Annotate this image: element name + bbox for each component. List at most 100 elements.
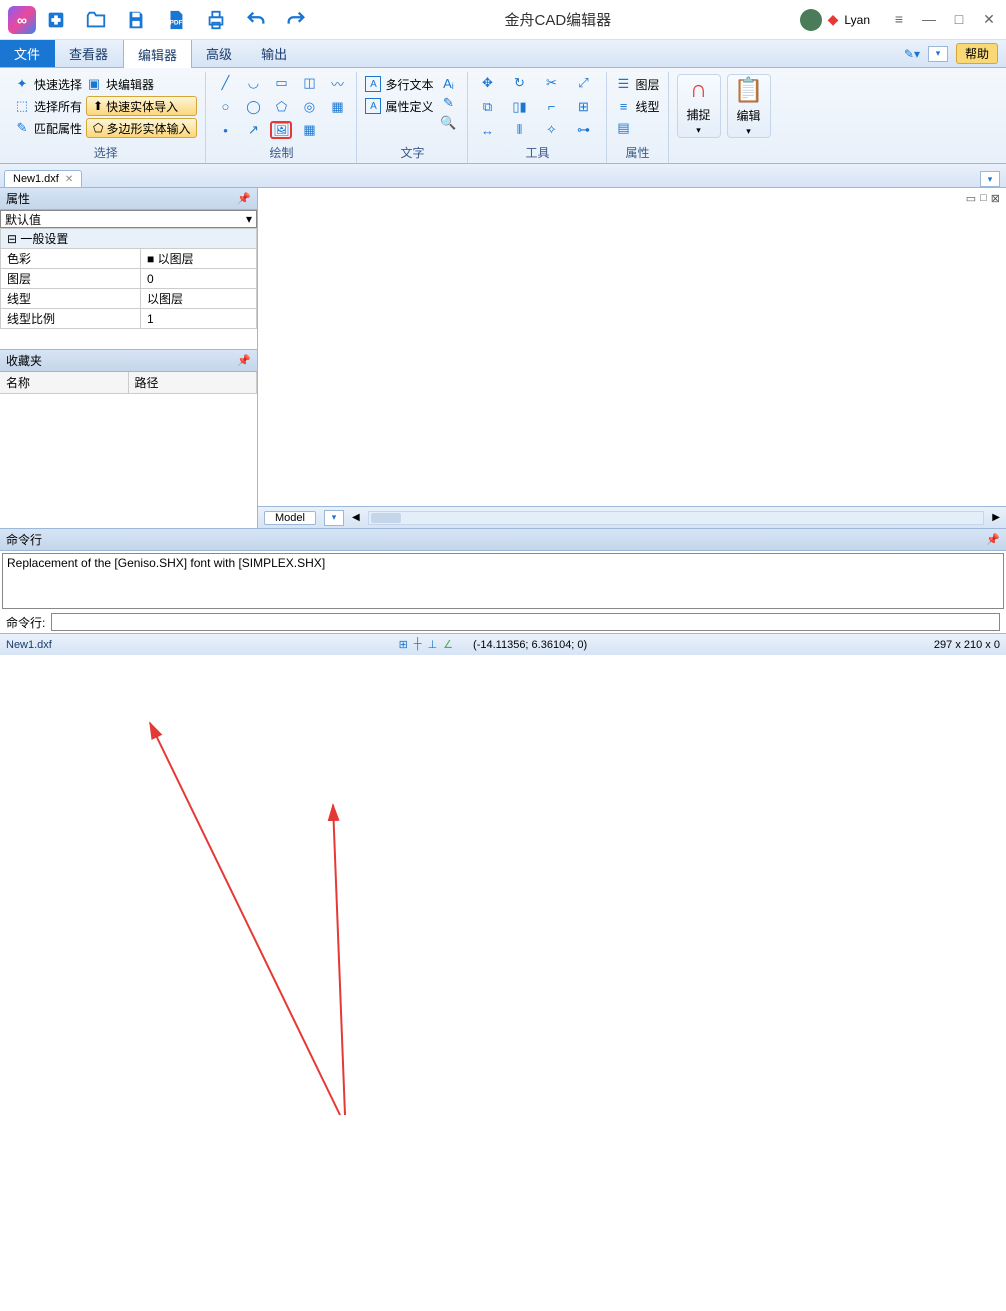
style-dropdown[interactable]: ▾ <box>928 46 948 62</box>
prop-linetype-value[interactable]: 以图层 <box>141 289 257 309</box>
props-more-button[interactable]: ▤ <box>615 118 659 138</box>
menu-file[interactable]: 文件 <box>0 40 55 67</box>
menu-output[interactable]: 输出 <box>247 40 302 67</box>
user-area[interactable]: ◆ Lyan <box>800 9 870 31</box>
status-grid-icon[interactable]: ┼ <box>414 638 422 651</box>
layer-button[interactable]: ☰图层 <box>615 74 659 94</box>
prop-layer-value[interactable]: 0 <box>141 269 257 289</box>
rect2-icon[interactable]: ◫ <box>298 74 320 92</box>
snap-button[interactable]: ∩ 捕捉▾ <box>677 74 721 138</box>
block-editor-button[interactable]: ▣块编辑器 <box>86 74 197 94</box>
text-find-icon[interactable]: 🔍 <box>437 114 459 132</box>
polygon2-icon[interactable]: ⬠ <box>270 98 292 116</box>
scale-icon[interactable]: ⤢ <box>572 74 594 92</box>
fav-col-name[interactable]: 名称 <box>0 372 129 393</box>
pin-icon[interactable]: 📌 <box>237 192 251 205</box>
text-icon: A <box>365 76 381 92</box>
cmd-label: 命令行: <box>6 614 45 631</box>
move-icon[interactable]: ✥ <box>476 74 498 92</box>
quick-entity-import-button[interactable]: ⬆快速实体导入 <box>86 96 197 116</box>
trim-icon[interactable]: ✂ <box>540 74 562 92</box>
scroll-right-icon[interactable]: ▶ <box>992 512 1000 523</box>
h-scrollbar[interactable] <box>368 511 985 525</box>
fav-col-path[interactable]: 路径 <box>129 372 258 393</box>
ribbon-group-big: ∩ 捕捉▾ 📋 编辑▾ <box>669 72 779 163</box>
ring-icon[interactable]: ◎ <box>298 98 320 116</box>
canvas[interactable]: ▭ □ ⊠ Model ▾ ◀ ▶ <box>258 188 1006 528</box>
multiline-text-button[interactable]: A多行文本 <box>365 74 433 94</box>
open-file-button[interactable] <box>80 4 112 36</box>
text-edit-icon[interactable]: ✎ <box>437 94 459 112</box>
attr-def-button[interactable]: A属性定义 <box>365 96 433 116</box>
minimize-button[interactable]: — <box>920 11 938 28</box>
status-ortho-icon[interactable]: ⊥ <box>428 638 438 651</box>
insert-image-button[interactable]: 🖼 <box>270 121 292 139</box>
pin-icon[interactable]: 📌 <box>986 533 1000 546</box>
fillet-icon[interactable]: ⌐ <box>540 98 562 116</box>
props-icon: ▤ <box>615 120 631 136</box>
menu-button[interactable]: ≡ <box>890 11 908 28</box>
pdf-export-button[interactable]: PDF <box>160 4 192 36</box>
spline-icon[interactable]: 〰 <box>326 74 348 92</box>
scroll-left-icon[interactable]: ◀ <box>352 512 360 523</box>
close-tab-icon[interactable]: ✕ <box>65 174 73 185</box>
undo-button[interactable] <box>240 4 272 36</box>
text-style-icon[interactable]: Aᵢ <box>437 74 459 92</box>
status-polar-icon[interactable]: ∠ <box>443 638 453 651</box>
menu-advanced[interactable]: 高级 <box>192 40 247 67</box>
rotate-icon[interactable]: ↻ <box>508 74 530 92</box>
edit-button[interactable]: 📋 编辑▾ <box>727 74 771 138</box>
canvas-max-icon[interactable]: □ <box>980 192 987 205</box>
ellipse-icon[interactable]: ◯ <box>242 98 264 116</box>
menu-viewer[interactable]: 查看器 <box>55 40 123 67</box>
quick-select-button[interactable]: ✦快速选择 <box>14 74 82 94</box>
rect-icon[interactable]: ▭ <box>270 74 292 92</box>
line-icon[interactable]: ╱ <box>214 74 236 92</box>
pen-icon[interactable]: ✎▾ <box>904 47 920 61</box>
print-button[interactable] <box>200 4 232 36</box>
model-dropdown[interactable]: ▾ <box>324 510 344 526</box>
general-section[interactable]: ⊟ 一般设置 <box>1 229 257 249</box>
array-icon[interactable]: ⊞ <box>572 98 594 116</box>
model-tab[interactable]: Model <box>264 511 316 525</box>
prop-linescale-value[interactable]: 1 <box>141 309 257 329</box>
select-all-button[interactable]: ⬚选择所有 <box>14 96 82 116</box>
new-file-button[interactable] <box>40 4 72 36</box>
avatar-icon <box>800 9 822 31</box>
canvas-min-icon[interactable]: ▭ <box>966 192 976 205</box>
help-button[interactable]: 帮助 <box>956 43 998 64</box>
table-icon[interactable]: ▦ <box>298 121 320 139</box>
point-icon[interactable]: • <box>214 121 236 139</box>
close-button[interactable]: ✕ <box>980 11 998 28</box>
command-log[interactable]: Replacement of the [Geniso.SHX] font wit… <box>2 553 1004 609</box>
join-icon[interactable]: ⊶ <box>572 121 594 139</box>
command-input[interactable] <box>51 613 1000 631</box>
select-all-icon: ⬚ <box>14 98 30 114</box>
redo-button[interactable] <box>280 4 312 36</box>
tabs-dropdown[interactable]: ▾ <box>980 171 1000 187</box>
menu-editor[interactable]: 编辑器 <box>123 40 192 68</box>
prop-color-value[interactable]: ■ 以图层 <box>141 249 257 269</box>
stretch-icon[interactable]: ↔ <box>476 121 498 139</box>
status-snap-icon[interactable]: ⊞ <box>399 638 408 651</box>
default-value-combo[interactable]: 默认值▾ <box>0 210 257 228</box>
pin-icon[interactable]: 📌 <box>237 354 251 367</box>
maximize-button[interactable]: □ <box>950 11 968 28</box>
document-tab[interactable]: New1.dxf ✕ <box>4 170 82 187</box>
match-attr-button[interactable]: ✎匹配属性 <box>14 118 82 138</box>
polygon-entity-input-button[interactable]: ⬠多边形实体输入 <box>86 118 197 138</box>
prop-linescale-key: 线型比例 <box>1 309 141 329</box>
offset-icon[interactable]: ⫴ <box>508 121 530 139</box>
clipboard-icon: 📋 <box>734 76 764 105</box>
linetype-button[interactable]: ≡线型 <box>615 96 659 116</box>
save-button[interactable] <box>120 4 152 36</box>
canvas-close-icon[interactable]: ⊠ <box>991 192 1000 205</box>
mirror-icon[interactable]: ▯▮ <box>508 98 530 116</box>
ray-icon[interactable]: ↗ <box>242 121 264 139</box>
hatch-icon[interactable]: ▦ <box>326 98 348 116</box>
copy-icon[interactable]: ⧉ <box>476 98 498 116</box>
app-logo-icon: ∞ <box>8 6 36 34</box>
arc-icon[interactable]: ◡ <box>242 74 264 92</box>
circle-icon[interactable]: ○ <box>214 98 236 116</box>
explode-icon[interactable]: ✧ <box>540 121 562 139</box>
